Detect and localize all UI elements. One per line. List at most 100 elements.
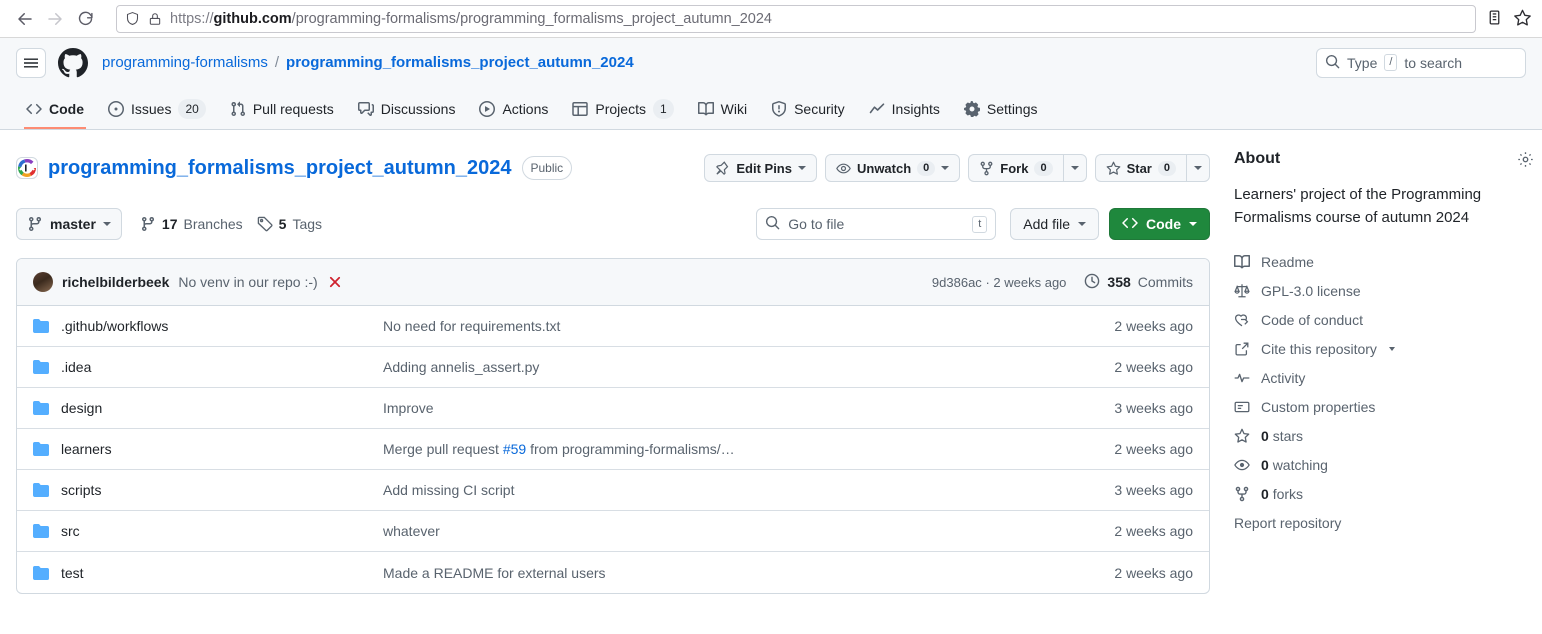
commit-message[interactable]: No venv in our repo :-) <box>178 274 317 290</box>
search-suffix: to search <box>1404 55 1462 71</box>
edit-pins-button[interactable]: Edit Pins <box>704 154 817 182</box>
address-bar[interactable]: https://github.com/programming-formalism… <box>116 5 1476 33</box>
stars-link[interactable]: 0 stars <box>1234 422 1534 451</box>
file-commit-message[interactable]: Made a README for external users <box>383 565 1063 581</box>
star-dropdown-button[interactable] <box>1186 154 1210 182</box>
commit-sha[interactable]: 9d386ac · 2 weeks ago <box>932 275 1066 290</box>
pull-request-link[interactable]: #59 <box>503 441 526 457</box>
file-name[interactable]: src <box>61 523 383 539</box>
bookmark-star-icon[interactable] <box>1513 8 1532 30</box>
ci-failed-icon[interactable] <box>328 275 342 289</box>
chevron-down-icon <box>1078 222 1086 226</box>
tab-issues[interactable]: Issues 20 <box>98 88 216 129</box>
table-row[interactable]: src whatever 2 weeks ago <box>17 511 1209 552</box>
file-name[interactable]: .github/workflows <box>61 318 383 334</box>
search-input[interactable]: Type / to search <box>1316 48 1526 78</box>
file-name[interactable]: scripts <box>61 482 383 498</box>
breadcrumb-separator: / <box>275 54 279 71</box>
browser-toolbar: https://github.com/programming-formalism… <box>0 0 1542 38</box>
url-path: /programming-formalisms/programming_form… <box>292 11 772 27</box>
fork-button[interactable]: Fork 0 <box>968 154 1062 182</box>
file-commit-message[interactable]: No need for requirements.txt <box>383 318 1063 334</box>
cite-repository-link[interactable]: Cite this repository <box>1234 335 1534 364</box>
avatar[interactable] <box>33 272 53 292</box>
page-title[interactable]: programming_formalisms_project_autumn_20… <box>48 157 512 180</box>
go-to-file-input[interactable]: Go to file t <box>756 208 996 240</box>
search-slash-key: / <box>1384 54 1397 71</box>
code-button[interactable]: Code <box>1109 208 1210 240</box>
reload-button[interactable] <box>70 4 100 34</box>
forks-count: 0 <box>1261 486 1269 502</box>
watching-link[interactable]: 0 watching <box>1234 451 1534 480</box>
custom-properties-link[interactable]: Custom properties <box>1234 393 1534 422</box>
file-commit-message[interactable]: Merge pull request #59 from programming-… <box>383 441 1063 457</box>
file-name[interactable]: design <box>61 400 383 416</box>
url-scheme: https:// <box>170 11 214 27</box>
file-commit-message[interactable]: Improve <box>383 400 1063 416</box>
commits-count-link[interactable]: 358 Commits <box>1084 273 1193 292</box>
watching-word: watching <box>1273 457 1328 473</box>
folder-icon <box>33 523 49 539</box>
arrow-right-icon <box>46 10 64 28</box>
star-button[interactable]: Star 0 <box>1095 154 1186 182</box>
tab-security[interactable]: Security <box>761 88 855 129</box>
commit-age: 2 weeks ago <box>993 275 1066 290</box>
readme-link[interactable]: Readme <box>1234 248 1534 277</box>
repo-avatar-icon <box>16 157 38 179</box>
table-row[interactable]: .idea Adding annelis_assert.py 2 weeks a… <box>17 347 1209 388</box>
code-of-conduct-icon <box>1234 312 1250 328</box>
activity-link[interactable]: Activity <box>1234 364 1534 393</box>
tags-link[interactable]: 5 Tags <box>257 216 322 232</box>
unwatch-button[interactable]: Unwatch 0 <box>825 154 960 182</box>
branches-link[interactable]: 17 Branches <box>140 216 243 232</box>
reader-view-icon[interactable] <box>1486 9 1503 29</box>
file-commit-message-suffix: from programming-formalisms/… <box>526 441 734 457</box>
breadcrumb-repo[interactable]: programming_formalisms_project_autumn_20… <box>286 54 634 71</box>
watch-group: Unwatch 0 <box>825 154 960 182</box>
table-row[interactable]: test Made a README for external users 2 … <box>17 552 1209 593</box>
gear-icon[interactable] <box>1517 151 1534 168</box>
about-description: Learners' project of the Programming For… <box>1234 183 1534 230</box>
back-button[interactable] <box>10 4 40 34</box>
forward-button[interactable] <box>40 4 70 34</box>
tab-settings[interactable]: Settings <box>954 88 1048 129</box>
commit-author[interactable]: richelbilderbeek <box>62 274 169 290</box>
table-row[interactable]: design Improve 3 weeks ago <box>17 388 1209 429</box>
watching-count: 0 <box>1261 457 1269 473</box>
breadcrumb-owner[interactable]: programming-formalisms <box>102 54 268 71</box>
branch-selector-button[interactable]: master <box>16 208 122 240</box>
file-age: 2 weeks ago <box>1063 523 1193 539</box>
hamburger-menu-button[interactable] <box>16 48 46 78</box>
table-row[interactable]: scripts Add missing CI script 3 weeks ag… <box>17 470 1209 511</box>
file-name[interactable]: test <box>61 565 383 581</box>
table-row[interactable]: .github/workflows No need for requiremen… <box>17 306 1209 347</box>
code-of-conduct-link[interactable]: Code of conduct <box>1234 306 1534 335</box>
license-link[interactable]: GPL-3.0 license <box>1234 277 1534 306</box>
watch-count: 0 <box>917 161 935 176</box>
file-commit-message[interactable]: Adding annelis_assert.py <box>383 359 1063 375</box>
book-icon <box>698 101 714 117</box>
tab-insights[interactable]: Insights <box>859 88 950 129</box>
tab-projects[interactable]: Projects 1 <box>562 88 683 129</box>
github-mark-icon[interactable] <box>58 48 88 78</box>
folder-icon <box>33 318 49 334</box>
table-icon <box>572 101 588 117</box>
commits-count-value: 358 <box>1107 274 1130 290</box>
report-repository-link[interactable]: Report repository <box>1234 515 1534 531</box>
file-commit-message[interactable]: whatever <box>383 523 1063 539</box>
file-name[interactable]: learners <box>61 441 383 457</box>
file-age: 2 weeks ago <box>1063 565 1193 581</box>
tab-code[interactable]: Code <box>16 88 94 129</box>
table-row[interactable]: learners Merge pull request #59 from pro… <box>17 429 1209 470</box>
tab-wiki[interactable]: Wiki <box>688 88 757 129</box>
add-file-button[interactable]: Add file <box>1010 208 1099 240</box>
fork-dropdown-button[interactable] <box>1063 154 1087 182</box>
file-commit-message[interactable]: Add missing CI script <box>383 482 1063 498</box>
url-host: github.com <box>214 11 292 27</box>
tab-pull-requests[interactable]: Pull requests <box>220 88 344 129</box>
file-name[interactable]: .idea <box>61 359 383 375</box>
tab-discussions[interactable]: Discussions <box>348 88 466 129</box>
forks-link[interactable]: 0 forks <box>1234 480 1534 509</box>
code-button-label: Code <box>1146 216 1181 232</box>
tab-actions[interactable]: Actions <box>469 88 558 129</box>
